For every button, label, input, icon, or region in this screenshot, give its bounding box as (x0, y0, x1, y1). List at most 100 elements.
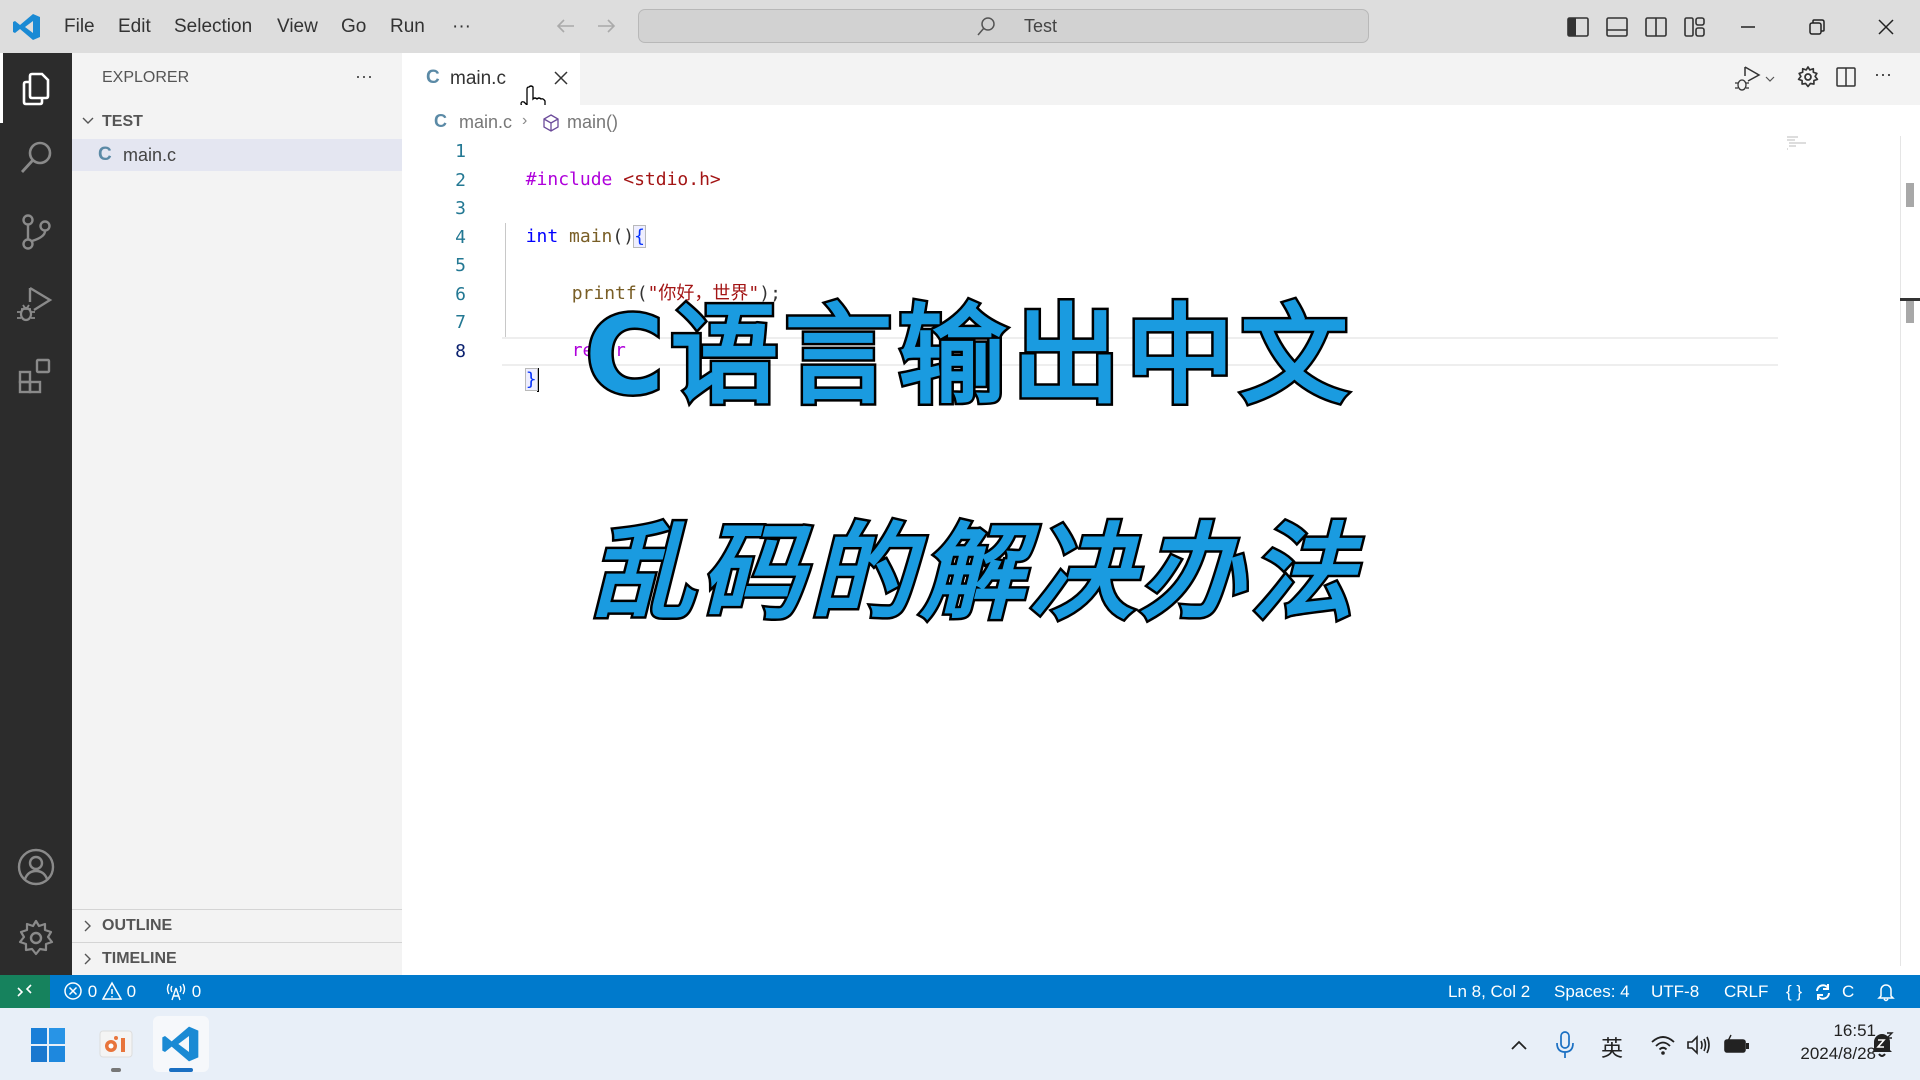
timeline-section[interactable]: TIMELINE (102, 950, 177, 968)
code-line-1: #include <stdio.h> (525, 169, 721, 190)
vscode-logo-icon (12, 12, 42, 42)
ime-indicator[interactable]: 英 (1601, 1031, 1623, 1063)
c-file-icon: C (434, 111, 447, 131)
menu-go[interactable]: Go (341, 0, 366, 53)
presentation-app-icon[interactable] (99, 1030, 133, 1058)
menu-file[interactable]: File (64, 0, 95, 53)
line-endings[interactable]: CRLF (1724, 975, 1768, 1008)
notifications-do-not-disturb-icon[interactable] (1868, 1030, 1896, 1060)
line-number: 1 (455, 141, 466, 162)
line-number: 7 (455, 312, 466, 333)
code-line-3: int main(){ (525, 225, 646, 248)
restore-icon[interactable] (1802, 12, 1832, 42)
forward-arrow-icon[interactable] (594, 14, 618, 38)
command-center-search[interactable]: Test (638, 9, 1369, 43)
run-and-debug-icon[interactable] (14, 282, 58, 326)
text-cursor (536, 368, 539, 392)
language-mode[interactable]: C (1842, 975, 1854, 1008)
status-bar (0, 975, 1920, 1008)
breadcrumb-symbol[interactable]: main() (567, 112, 618, 133)
running-indicator (111, 1068, 121, 1072)
battery-charging-icon[interactable] (1723, 1033, 1751, 1057)
chevron-down-icon[interactable] (80, 113, 96, 129)
search-text: Test (1024, 16, 1058, 36)
tab-main-c[interactable]: C main.c (402, 53, 580, 105)
language-mode-braces[interactable]: { } (1786, 975, 1802, 1008)
tab-bar (402, 53, 1920, 105)
encoding[interactable]: UTF-8 (1651, 975, 1699, 1008)
c-file-icon: C (426, 67, 440, 88)
line-number: 6 (455, 284, 466, 305)
windows-start-icon[interactable] (30, 1027, 66, 1063)
line-number: 3 (455, 198, 466, 219)
chevron-right-icon[interactable] (80, 951, 96, 967)
explorer-icon[interactable] (14, 66, 58, 110)
active-app-indicator (169, 1068, 193, 1072)
ports-count: 0 (191, 982, 202, 1001)
cursor-position[interactable]: Ln 8, Col 2 (1448, 975, 1530, 1008)
split-editor-icon[interactable] (1835, 66, 1857, 88)
menu-run[interactable]: Run (390, 0, 425, 53)
close-tab-icon[interactable] (552, 69, 570, 87)
c-file-icon: C (98, 144, 112, 165)
menu-selection[interactable]: Selection (174, 0, 252, 53)
minimize-icon[interactable] (1733, 12, 1763, 42)
toggle-secondary-sidebar-icon[interactable] (1641, 12, 1671, 42)
customize-layout-icon[interactable] (1680, 12, 1710, 42)
clock-date[interactable]: 2024/8/28 (1766, 1044, 1876, 1064)
editor-more-actions[interactable]: ··· (1874, 64, 1892, 85)
overlay-title-line-1: C语言输出中文 (582, 292, 1355, 422)
line-number: 2 (455, 170, 466, 191)
code-line-8: } (524, 368, 539, 392)
source-control-icon[interactable] (14, 210, 58, 254)
clock-time[interactable]: 16:51 (1810, 1021, 1876, 1041)
scrollbar-track[interactable] (1900, 136, 1901, 966)
accounts-icon[interactable] (14, 845, 58, 889)
back-arrow-icon[interactable] (554, 14, 578, 38)
tab-label: main.c (450, 68, 506, 89)
sync-icon[interactable] (1813, 982, 1833, 1002)
explorer-title: EXPLORER (102, 69, 190, 86)
toggle-panel-icon[interactable] (1602, 12, 1632, 42)
section-divider (72, 909, 402, 910)
close-window-icon[interactable] (1871, 12, 1901, 42)
toggle-primary-sidebar-icon[interactable] (1563, 12, 1593, 42)
sidebar (72, 53, 402, 975)
volume-icon[interactable] (1686, 1033, 1714, 1057)
explorer-more-button[interactable]: ··· (355, 66, 373, 87)
error-icon (64, 982, 82, 1000)
search-icon[interactable] (14, 136, 58, 180)
settings-gear-icon[interactable] (1795, 64, 1821, 90)
manage-gear-icon[interactable] (14, 916, 58, 960)
breadcrumb-file[interactable]: main.c (459, 112, 512, 133)
chevron-right-icon[interactable] (80, 918, 96, 934)
line-number: 4 (455, 227, 466, 248)
problems-indicator[interactable]: 0 0 (63, 975, 136, 1008)
run-debug-dropdown-icon[interactable] (1733, 64, 1781, 94)
line-number: 5 (455, 255, 466, 276)
file-item-main-c[interactable]: C main.c (72, 139, 402, 171)
scrollbar-thumb[interactable] (1906, 183, 1914, 207)
indentation[interactable]: Spaces: 4 (1554, 975, 1630, 1008)
code-line-5: printf("你好，世界"); (571, 283, 781, 304)
menu-edit[interactable]: Edit (118, 0, 151, 53)
wifi-icon[interactable] (1650, 1033, 1676, 1057)
folder-test[interactable]: TEST (102, 113, 143, 131)
overlay-title-line-2: 乱码的解决办法 (587, 510, 1361, 637)
menu-more[interactable]: ··· (452, 0, 471, 53)
minimap[interactable] (1786, 136, 1816, 152)
overview-ruler-mark (1906, 301, 1914, 323)
microphone-icon[interactable] (1554, 1030, 1576, 1060)
outline-section[interactable]: OUTLINE (102, 917, 172, 935)
vscode-taskbar-button[interactable] (153, 1016, 209, 1072)
active-indicator (0, 53, 3, 123)
menu-view[interactable]: View (277, 0, 318, 53)
extensions-icon[interactable] (14, 354, 58, 398)
method-cube-icon (541, 113, 561, 133)
warning-icon (101, 981, 122, 1000)
remote-indicator[interactable] (0, 975, 50, 1008)
notifications-bell-icon[interactable] (1876, 982, 1896, 1002)
show-hidden-icons-chevron-up-icon[interactable] (1508, 1035, 1530, 1057)
search-icon (975, 16, 997, 38)
ports-indicator[interactable]: 0 (165, 975, 201, 1008)
